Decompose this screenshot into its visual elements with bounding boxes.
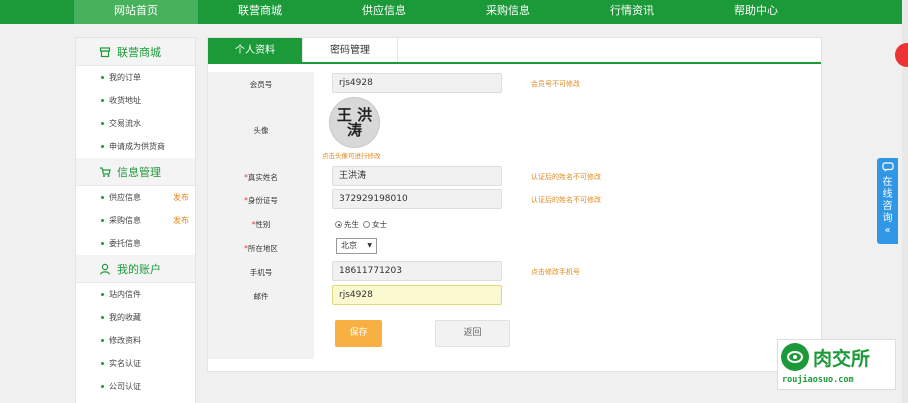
phone-label: 手机号 bbox=[249, 268, 273, 277]
member-note: 会员号不可修改 bbox=[531, 80, 580, 88]
id-label: *身份证号 bbox=[244, 196, 278, 205]
shop-icon bbox=[98, 45, 112, 59]
realname-note: 认证后的姓名不可修改 bbox=[531, 173, 601, 181]
sidebar-item-transactions[interactable]: 交易流水 bbox=[76, 112, 195, 135]
publish-link[interactable]: 发布 bbox=[173, 209, 189, 232]
realname-label: *真实姓名 bbox=[244, 173, 278, 182]
sidebar-item-entrust[interactable]: 委托信息 bbox=[76, 232, 195, 255]
region-label: *所在地区 bbox=[244, 244, 278, 253]
save-button[interactable]: 保存 bbox=[335, 320, 382, 347]
nav-help[interactable]: 帮助中心 bbox=[694, 0, 818, 24]
region-select[interactable]: 北京 ▼ bbox=[336, 238, 377, 254]
brand-name: 肉交所 bbox=[813, 347, 871, 370]
email-field[interactable]: rjs4928 bbox=[332, 285, 502, 305]
sidebar-section-mall[interactable]: 联营商城 bbox=[76, 38, 195, 66]
sidebar-section-title: 信息管理 bbox=[117, 165, 161, 179]
sidebar-item-realname[interactable]: 实名认证 bbox=[76, 352, 195, 375]
online-consult-label: 在线咨询 bbox=[882, 177, 893, 224]
tab-profile[interactable]: 个人资料 bbox=[208, 38, 303, 62]
nav-market[interactable]: 行情资讯 bbox=[570, 0, 694, 24]
avatar-tip[interactable]: 点击头像可进行修改 bbox=[322, 150, 381, 160]
gender-male-radio[interactable]: 先生 bbox=[335, 219, 359, 230]
sidebar-section-info[interactable]: 信息管理 bbox=[76, 158, 195, 186]
avatar[interactable]: 王 洪 涛 bbox=[329, 97, 380, 148]
publish-link[interactable]: 发布 bbox=[173, 186, 189, 209]
sidebar-section-title: 我的账户 bbox=[117, 262, 161, 276]
id-note: 认证后的姓名不可修改 bbox=[531, 196, 601, 204]
sidebar-section-title: 联营商城 bbox=[117, 45, 161, 59]
gender-female-radio[interactable]: 女士 bbox=[363, 219, 387, 230]
dropdown-arrow-icon: ▼ bbox=[367, 242, 372, 249]
sidebar-item-company[interactable]: 公司认证 bbox=[76, 375, 195, 398]
nav-purchase[interactable]: 采购信息 bbox=[446, 0, 570, 24]
email-label: 邮件 bbox=[253, 292, 269, 301]
gender-label: *性别 bbox=[251, 220, 271, 229]
id-number-field[interactable]: 372929198010 bbox=[332, 189, 502, 209]
sidebar-item-edit-profile[interactable]: 修改资料 bbox=[76, 329, 195, 352]
chat-icon bbox=[877, 162, 898, 177]
brand-domain: roujiaosuo.com bbox=[782, 375, 854, 385]
chevron-left-icon: « bbox=[884, 225, 891, 236]
cart-icon bbox=[98, 165, 112, 179]
profile-panel: 个人资料 密码管理 会员号 rjs4928 会员号不可修改 头像 王 洪 涛 点… bbox=[207, 37, 822, 372]
top-nav: 网站首页 联营商城 供应信息 采购信息 行情资讯 帮助中心 bbox=[0, 0, 908, 24]
phone-field[interactable]: 18611771203 bbox=[332, 261, 502, 281]
realname-field[interactable]: 王洪涛 bbox=[332, 166, 502, 186]
member-label: 会员号 bbox=[249, 80, 273, 89]
avatar-label: 头像 bbox=[253, 126, 269, 135]
avatar-text: 王 洪 涛 bbox=[336, 105, 373, 139]
sidebar-item-purchase[interactable]: 采购信息 发布 bbox=[76, 209, 195, 232]
sidebar-item-apply-supplier[interactable]: 申请成为供货商 bbox=[76, 135, 195, 158]
back-button[interactable]: 返回 bbox=[435, 320, 510, 347]
label-column bbox=[208, 72, 314, 359]
sidebar-item-favorites[interactable]: 我的收藏 bbox=[76, 306, 195, 329]
tab-password[interactable]: 密码管理 bbox=[303, 38, 398, 62]
sidebar-item-orders[interactable]: 我的订单 bbox=[76, 66, 195, 89]
nav-mall[interactable]: 联营商城 bbox=[198, 0, 322, 24]
nav-supply[interactable]: 供应信息 bbox=[322, 0, 446, 24]
tab-bar: 个人资料 密码管理 bbox=[208, 38, 821, 64]
user-icon bbox=[98, 262, 112, 276]
brand-watermark: 肉交所 roujiaosuo.com bbox=[777, 339, 896, 390]
notification-badge[interactable] bbox=[895, 43, 908, 67]
sidebar-item-supply[interactable]: 供应信息 发布 bbox=[76, 186, 195, 209]
sidebar-section-account[interactable]: 我的账户 bbox=[76, 255, 195, 283]
brand-logo-icon bbox=[781, 343, 809, 371]
member-id-field: rjs4928 bbox=[332, 73, 502, 93]
sidebar-item-messages[interactable]: 站内信件 bbox=[76, 283, 195, 306]
sidebar: 联营商城 我的订单 收货地址 交易流水 申请成为供货商 信息管理 供应信息 发布 … bbox=[75, 37, 196, 403]
sidebar-item-address[interactable]: 收货地址 bbox=[76, 89, 195, 112]
phone-note[interactable]: 点击修改手机号 bbox=[531, 267, 580, 277]
online-consult-button[interactable]: 在线咨询 « bbox=[877, 158, 898, 244]
nav-home[interactable]: 网站首页 bbox=[74, 0, 198, 24]
